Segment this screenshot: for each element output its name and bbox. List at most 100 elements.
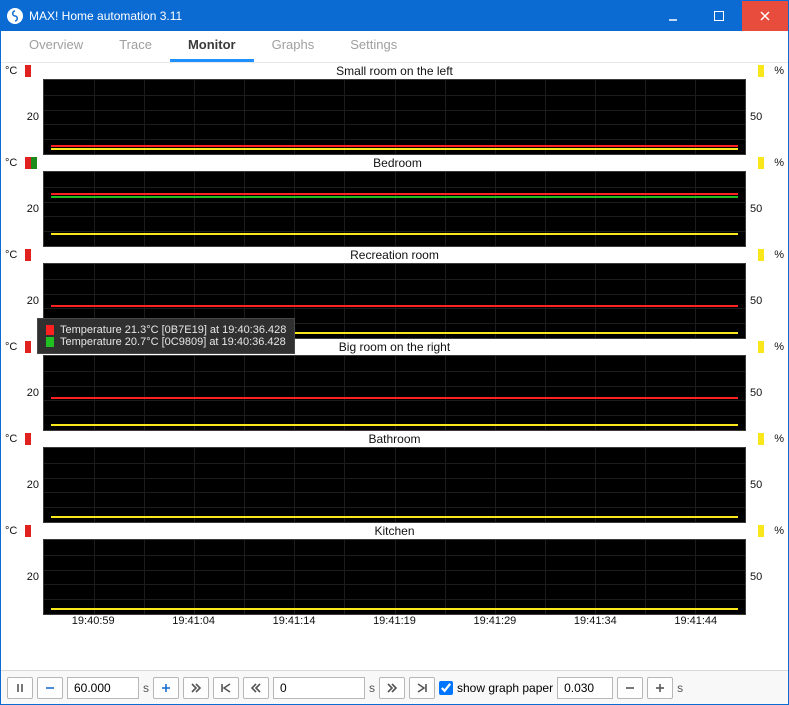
chart-4: °C Bathroom % 20 50 — [5, 431, 784, 523]
pause-button[interactable] — [7, 677, 33, 699]
chart-header: °C Kitchen % — [5, 523, 784, 539]
left-axis-tick: 20 — [5, 539, 43, 615]
series-valve — [51, 148, 738, 150]
window-title: MAX! Home automation 3.11 — [29, 9, 650, 23]
left-axis-tick: 20 — [5, 79, 43, 155]
time-tick: 19:41:29 — [445, 615, 545, 633]
chart-5: °C Kitchen % 20 50 — [5, 523, 784, 615]
left-axis-tick: 20 — [5, 447, 43, 523]
series-temperature — [51, 305, 738, 307]
chart-title: Small room on the left — [31, 64, 758, 78]
tab-overview[interactable]: Overview — [11, 29, 101, 62]
zoom-in-button[interactable] — [153, 677, 179, 699]
series-tooltip: Temperature 21.3°C [0B7E19] at 19:40:36.… — [37, 318, 295, 354]
left-axis-tick: 20 — [5, 171, 43, 247]
chart-plot[interactable] — [43, 79, 746, 155]
right-axis-unit: % — [764, 157, 784, 169]
left-axis-unit: °C — [5, 249, 25, 261]
time-tick: 19:41:04 — [143, 615, 243, 633]
step-increase-button[interactable] — [647, 677, 673, 699]
left-axis-unit: °C — [5, 525, 25, 537]
left-axis-unit: °C — [5, 157, 25, 169]
chart-title: Bedroom — [37, 156, 758, 170]
chart-plot[interactable] — [43, 539, 746, 615]
tooltip-line-2: Temperature 20.7°C [0C9809] at 19:40:36.… — [60, 336, 286, 348]
chart-title: Recreation room — [31, 248, 758, 262]
right-axis-tick: 50 — [746, 355, 784, 431]
titlebar: MAX! Home automation 3.11 — [1, 1, 788, 31]
skip-start-button[interactable] — [213, 677, 239, 699]
tab-bar: Overview Trace Monitor Graphs Settings — [1, 31, 788, 63]
chart-body: 20 50 — [5, 171, 784, 247]
chart-title: Kitchen — [31, 524, 758, 538]
right-axis-tick: 50 — [746, 79, 784, 155]
series-valve — [51, 516, 738, 518]
fast-forward-button[interactable] — [183, 677, 209, 699]
graph-paper-label: show graph paper — [457, 681, 553, 695]
skip-end-button[interactable] — [409, 677, 435, 699]
minimize-button[interactable] — [650, 1, 696, 31]
step-decrease-button[interactable] — [617, 677, 643, 699]
tab-settings[interactable]: Settings — [332, 29, 415, 62]
graph-paper-checkbox[interactable]: show graph paper — [439, 681, 553, 695]
time-tick: 19:40:59 — [43, 615, 143, 633]
toolbar: s s show graph paper s — [1, 670, 788, 704]
chart-body: 20 50 — [5, 447, 784, 523]
series-temperature — [51, 397, 738, 399]
right-axis-unit: % — [764, 525, 784, 537]
interval-input[interactable] — [67, 677, 139, 699]
left-axis-unit: °C — [5, 65, 25, 77]
series-valve — [51, 608, 738, 610]
chart-title: Bathroom — [31, 432, 758, 446]
time-tick: 19:41:19 — [344, 615, 444, 633]
left-axis-unit: °C — [5, 433, 25, 445]
right-axis-tick: 50 — [746, 539, 784, 615]
chart-header: °C Bedroom % — [5, 155, 784, 171]
tooltip-line-1: Temperature 21.3°C [0B7E19] at 19:40:36.… — [60, 324, 286, 336]
chart-body: 20 50 — [5, 79, 784, 155]
series-temperature-0C9809 — [51, 196, 738, 198]
series-temperature-0B7E19 — [51, 193, 738, 195]
left-axis-tick: 20 — [5, 355, 43, 431]
chart-header: °C Bathroom % — [5, 431, 784, 447]
right-axis-tick: 50 — [746, 171, 784, 247]
forward-button[interactable] — [379, 677, 405, 699]
charts-panel: °C Small room on the left % 20 50 °C Bed… — [1, 63, 788, 670]
tab-trace[interactable]: Trace — [101, 29, 170, 62]
interval-unit: s — [143, 681, 149, 695]
right-axis-unit: % — [764, 65, 784, 77]
time-tick: 19:41:44 — [646, 615, 746, 633]
zoom-out-button[interactable] — [37, 677, 63, 699]
chart-body: 20 50 — [5, 355, 784, 431]
step-input[interactable] — [557, 677, 613, 699]
offset-input[interactable] — [273, 677, 365, 699]
chart-plot[interactable] — [43, 171, 746, 247]
right-axis-tick: 50 — [746, 447, 784, 523]
series-valve — [51, 233, 738, 235]
step-unit: s — [677, 681, 683, 695]
chart-body: 20 50 — [5, 539, 784, 615]
chart-1: °C Bedroom % 20 50 — [5, 155, 784, 247]
right-axis-tick: 50 — [746, 263, 784, 339]
tab-graphs[interactable]: Graphs — [254, 29, 333, 62]
chart-header: °C Recreation room % — [5, 247, 784, 263]
right-axis-unit: % — [764, 249, 784, 261]
right-axis-unit: % — [764, 433, 784, 445]
time-axis: 19:40:5919:41:0419:41:1419:41:1919:41:29… — [5, 615, 784, 633]
rewind-button[interactable] — [243, 677, 269, 699]
tooltip-swatch-green — [46, 337, 54, 347]
right-axis-unit: % — [764, 341, 784, 353]
chart-plot[interactable] — [43, 355, 746, 431]
maximize-button[interactable] — [696, 1, 742, 31]
left-axis-unit: °C — [5, 341, 25, 353]
close-button[interactable] — [742, 1, 788, 31]
tab-monitor[interactable]: Monitor — [170, 29, 254, 62]
app-icon — [7, 8, 23, 24]
time-tick: 19:41:14 — [244, 615, 344, 633]
time-tick: 19:41:34 — [545, 615, 645, 633]
chart-plot[interactable] — [43, 447, 746, 523]
series-temperature — [51, 145, 738, 147]
chart-header: °C Small room on the left % — [5, 63, 784, 79]
series-valve — [51, 424, 738, 426]
tooltip-swatch-red — [46, 325, 54, 335]
